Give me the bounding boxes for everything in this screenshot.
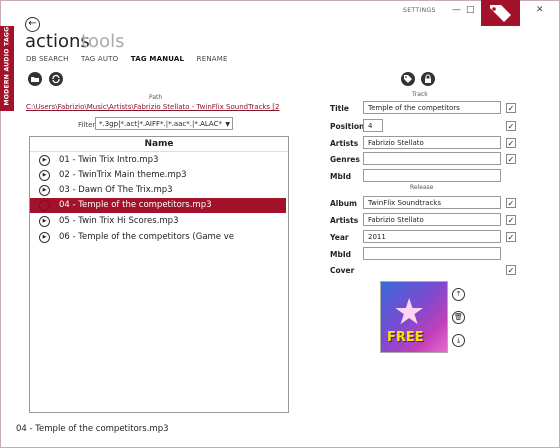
artists-label: Artists — [330, 139, 359, 148]
file-name: 02 - TwinTrix Main theme.mp3 — [59, 170, 187, 180]
list-item[interactable]: ▶ 06 - Temple of the competitors (Game v… — [30, 230, 286, 245]
file-name: 03 - Dawn Of The Trix.mp3 — [59, 185, 173, 195]
genres-checkbox[interactable]: ✓ — [506, 154, 516, 164]
mbid-field[interactable] — [363, 169, 501, 182]
release-artists-checkbox[interactable]: ✓ — [506, 215, 516, 225]
release-artists-field[interactable]: Fabrizio Stellato — [363, 213, 501, 226]
genres-field[interactable] — [363, 152, 501, 165]
star-graphic: ★ — [393, 292, 426, 333]
title-label: Title — [330, 104, 349, 113]
status-bar-text: 04 - Temple of the competitors.mp3 — [16, 424, 169, 434]
download-icon: ⤓ — [456, 336, 461, 344]
tag-icon — [490, 5, 511, 22]
album-label: Album — [330, 199, 357, 208]
list-header: Name — [30, 137, 288, 152]
lock-icon — [425, 74, 431, 83]
year-field[interactable]: 2011 — [363, 230, 501, 243]
file-name: 05 - Twin Trix Hi Scores.mp3 — [59, 216, 179, 226]
tools-link[interactable]: tools — [81, 31, 124, 52]
filter-label: Filter — [78, 121, 96, 129]
play-icon[interactable]: ▶ — [39, 155, 50, 166]
cover-art-image: ★ FREE — [380, 281, 448, 353]
artists-checkbox[interactable]: ✓ — [506, 138, 516, 148]
chevron-down-icon: ▼ — [225, 121, 230, 128]
position-field[interactable]: 4 — [363, 119, 383, 132]
list-item[interactable]: ▶ 01 - Twin Trix Intro.mp3 — [30, 153, 286, 168]
mbid-label: MbId — [330, 172, 351, 181]
minimize-button[interactable]: — — [452, 5, 461, 15]
year-label: Year — [330, 233, 349, 242]
play-icon[interactable]: ▶ — [39, 200, 50, 211]
title-field[interactable]: Temple of the competitors — [363, 101, 501, 114]
cover-upload-button[interactable]: ⤒ — [452, 288, 465, 301]
play-icon[interactable]: ▶ — [39, 185, 50, 196]
cover-delete-button[interactable]: 🗑 — [452, 311, 465, 324]
path-link[interactable]: C:\Users\Fabrizio\Music\Artists\Fabrizio… — [26, 103, 288, 111]
position-checkbox[interactable]: ✓ — [506, 121, 516, 131]
close-button[interactable]: ✕ — [536, 5, 544, 15]
lock-button[interactable] — [421, 72, 435, 86]
file-name: 01 - Twin Trix Intro.mp3 — [59, 155, 159, 165]
path-label: Path — [149, 94, 163, 101]
file-name: 04 - Temple of the competitors.mp3 — [59, 200, 212, 210]
play-icon[interactable]: ▶ — [39, 170, 50, 181]
tab-db-search[interactable]: DB SEARCH — [26, 55, 69, 63]
maximize-button[interactable]: □ — [466, 5, 475, 15]
genres-label: Genres — [330, 155, 360, 164]
list-item[interactable]: ▶ 02 - TwinTrix Main theme.mp3 — [30, 168, 286, 183]
open-folder-button[interactable] — [28, 72, 42, 86]
brand-label: MODERN AUDIO TAGGER — [3, 17, 11, 106]
tab-bar: DB SEARCH TAG AUTO TAG MANUAL RENAME — [26, 55, 238, 63]
tab-rename[interactable]: RENAME — [197, 55, 228, 63]
list-item[interactable]: ▶ 05 - Twin Trix Hi Scores.mp3 — [30, 214, 286, 229]
album-checkbox[interactable]: ✓ — [506, 198, 516, 208]
refresh-icon — [52, 74, 60, 84]
file-list: Name ▶ 01 - Twin Trix Intro.mp3 ▶ 02 - T… — [29, 136, 289, 413]
tag-logo-badge — [481, 0, 520, 26]
cover-free-text: FREE — [387, 330, 424, 345]
tag-button[interactable] — [401, 72, 415, 86]
track-section-label: Track — [412, 91, 428, 98]
cover-checkbox[interactable]: ✓ — [506, 265, 516, 275]
refresh-button[interactable] — [49, 72, 63, 86]
album-field[interactable]: TwinFlix Soundtracks — [363, 196, 501, 209]
play-icon[interactable]: ▶ — [39, 216, 50, 227]
back-button[interactable]: ← — [25, 17, 40, 32]
tag-icon — [404, 75, 412, 83]
upload-icon: ⤒ — [456, 290, 461, 298]
file-name: 06 - Temple of the competitors (Game ve — [59, 232, 234, 242]
artists-field[interactable]: Fabrizio Stellato — [363, 136, 501, 149]
release-artists-label: Artists — [330, 216, 359, 225]
cover-download-button[interactable]: ⤓ — [452, 334, 465, 347]
list-item[interactable]: ▶ 03 - Dawn Of The Trix.mp3 — [30, 183, 286, 198]
settings-link[interactable]: SETTINGS — [403, 7, 436, 14]
brand-strip: MODERN AUDIO TAGGER — [0, 17, 14, 111]
position-label: Position — [330, 122, 365, 131]
release-mbid-label: MbId — [330, 250, 351, 259]
list-item-selected[interactable]: ▶ 04 - Temple of the competitors.mp3 — [30, 198, 286, 213]
filter-value: *.3gp|*.act|*.AIFF*.|*.aac*.|*.ALAC* — [99, 120, 222, 128]
tab-tag-manual[interactable]: TAG MANUAL — [131, 55, 184, 63]
year-checkbox[interactable]: ✓ — [506, 232, 516, 242]
tab-tag-auto[interactable]: TAG AUTO — [81, 55, 118, 63]
cover-label: Cover — [330, 266, 355, 275]
play-icon[interactable]: ▶ — [39, 232, 50, 243]
release-section-label: Release — [410, 184, 434, 191]
release-mbid-field[interactable] — [363, 247, 501, 260]
filter-dropdown[interactable]: *.3gp|*.act|*.AIFF*.|*.aac*.|*.ALAC* ▼ — [95, 117, 233, 130]
folder-icon — [31, 77, 39, 82]
trash-icon: 🗑 — [454, 313, 463, 321]
title-checkbox[interactable]: ✓ — [506, 103, 516, 113]
